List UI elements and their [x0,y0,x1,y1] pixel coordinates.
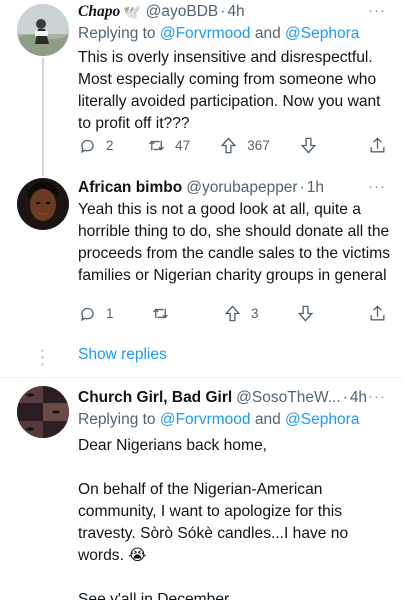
reply-count: 2 [106,137,114,153]
tweet-paragraph-1: Dear Nigerians back home, [78,437,267,454]
share-icon [370,304,385,321]
replying-and: and [250,411,286,428]
avatar[interactable] [17,4,69,56]
replying-label: Replying to [78,411,160,428]
display-name[interactable]: Church Girl, Bad Girl [78,389,232,407]
mention-link[interactable]: @Forvrmood [160,25,251,42]
tweet-actions: 2 47 367 [78,134,388,156]
share-button[interactable] [368,304,388,323]
tweet-1[interactable]: Chapo 🕊️ @ayoBDB · 4h ··· Replying to @F… [0,0,402,172]
replying-and: and [250,25,286,42]
more-options-icon[interactable]: ··· [368,178,386,195]
tweet-header: Chapo 🕊️ @ayoBDB · 4h ··· [78,2,392,22]
mention-link[interactable]: @Forvrmood [160,411,251,428]
tweet-3[interactable]: Church Girl, Bad Girl @SosoTheW... · 4h … [0,378,402,600]
tweet-text-content: This is overly insensitive and disrespec… [78,49,381,132]
display-name[interactable]: Chapo [78,3,120,21]
tweet-text: Yeah this is not a good look at all, qui… [78,199,392,287]
replying-to: Replying to @Forvrmood and @Sephora [78,409,392,431]
timestamp[interactable]: 1h [307,179,324,197]
tweet-header: Church Girl, Bad Girl @SosoTheW... · 4h … [78,388,392,408]
timestamp[interactable]: 4h [227,3,244,21]
reply-button[interactable]: 1 [78,304,118,323]
user-handle[interactable]: @yorubapepper [186,179,297,197]
timestamp[interactable]: 4h [350,389,367,407]
dove-emoji-icon: 🕊️ [123,3,141,20]
tweet-text: This is overly insensitive and disrespec… [78,47,392,135]
retweet-button[interactable]: 47 [147,136,190,155]
tweet-actions: 1 3 [78,302,388,324]
replying-to: Replying to @Forvrmood and @Sephora [78,23,392,45]
reply-count: 1 [106,305,114,321]
share-icon [370,136,385,153]
tweet-text-content: Yeah this is not a good look at all, qui… [78,201,391,284]
reply-button[interactable]: 2 [78,136,118,155]
user-handle[interactable]: @SosoTheW... [236,389,340,407]
separator: · [299,179,305,196]
display-name[interactable]: African bimbo [78,179,182,197]
up-arrow-icon [220,136,237,153]
separator: · [220,3,226,20]
avatar[interactable] [17,386,69,438]
reply-icon [80,139,94,153]
down-arrow-icon [297,305,313,322]
tweet-text: Dear Nigerians back home, On behalf of t… [78,435,392,600]
more-options-icon[interactable]: ··· [368,388,386,405]
show-replies-link[interactable]: Show replies [78,346,167,364]
down-arrow-icon [300,137,317,154]
upvote-count: 3 [251,305,259,321]
upvote-button[interactable]: 367 [219,136,270,155]
retweet-button[interactable] [151,304,191,323]
thread-dots [40,349,46,370]
up-arrow-icon [224,304,241,321]
retweet-count: 47 [175,137,191,153]
replying-label: Replying to [78,25,160,42]
upvote-count: 367 [247,137,270,153]
tweet-paragraph-3: See y'all in December. [78,591,233,600]
retweet-icon [149,140,165,150]
upvote-button[interactable]: 3 [223,304,263,323]
mention-link[interactable]: @Sephora [285,411,359,428]
tweet-paragraph-2: On behalf of the Nigerian-American commu… [78,481,349,564]
more-options-icon[interactable]: ··· [368,2,386,19]
retweet-icon [152,308,168,318]
share-button[interactable] [368,136,388,155]
downvote-button[interactable] [296,304,336,323]
downvote-button[interactable] [299,136,339,155]
mention-link[interactable]: @Sephora [285,25,359,42]
avatar[interactable] [17,178,69,230]
user-handle[interactable]: @ayoBDB [146,3,219,21]
reply-icon [80,307,94,321]
tweet-2[interactable]: African bimbo @yorubapepper · 1h ··· Yea… [0,172,402,332]
tweet-header: African bimbo @yorubapepper · 1h ··· [78,178,392,198]
separator: · [342,389,348,406]
